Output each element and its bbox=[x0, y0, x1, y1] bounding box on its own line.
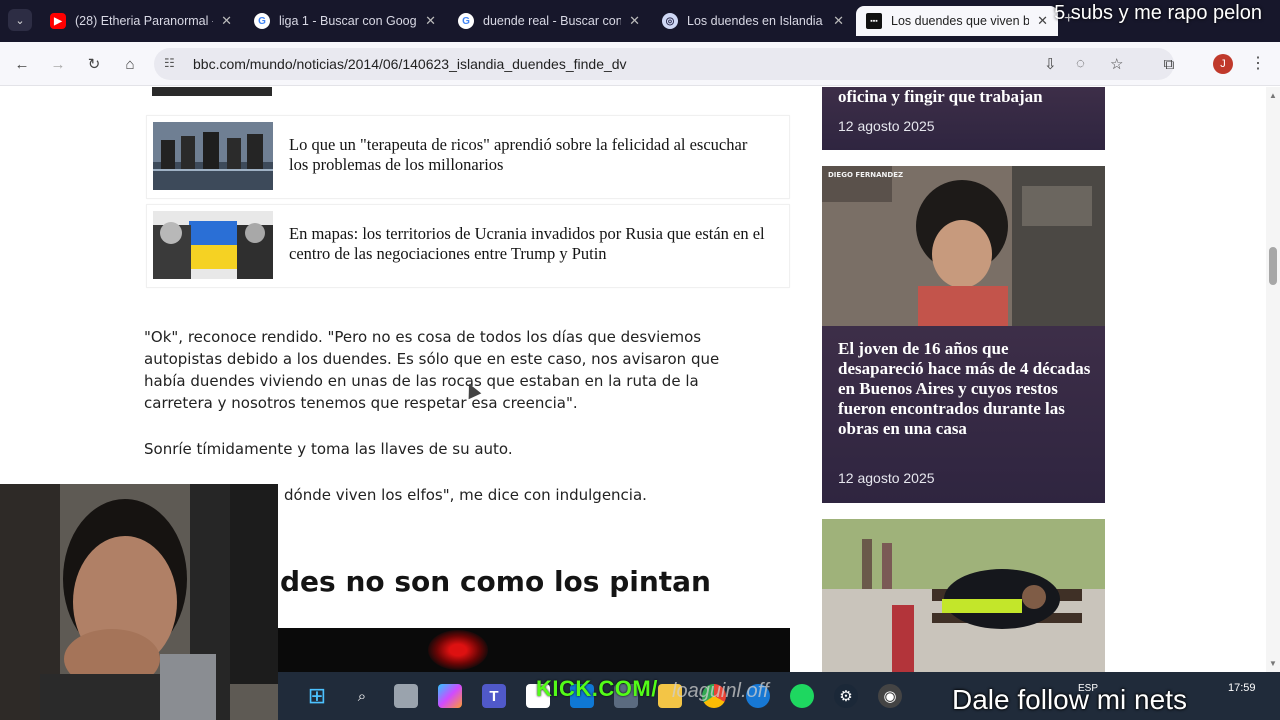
forward-arrow-icon[interactable]: → bbox=[48, 54, 68, 74]
google-icon: G bbox=[254, 13, 270, 29]
browser-toolbar: ← → ↻ ⌂ ☷ bbc.com/mundo/noticias/2014/06… bbox=[0, 42, 1280, 86]
related-article-card[interactable]: Lo que un "terapeuta de ricos" aprendió … bbox=[146, 115, 790, 199]
youtube-icon: ▶ bbox=[50, 13, 66, 29]
section-heading: des no son como los pintan bbox=[280, 565, 711, 598]
tab-search-button[interactable]: ⌄ bbox=[8, 9, 32, 31]
spotify-icon[interactable] bbox=[790, 684, 814, 708]
article-paragraph: dónde viven los elfos", me dice con indu… bbox=[284, 486, 647, 504]
close-icon[interactable]: ✕ bbox=[1037, 13, 1048, 29]
sidebar-card-title[interactable]: oficina y fingir que trabajan bbox=[838, 87, 1093, 107]
sidebar-card-body: El joven de 16 años que desapareció hace… bbox=[822, 326, 1105, 503]
web-icon: ◎ bbox=[662, 13, 678, 29]
eye-off-icon[interactable]: ◌ bbox=[1076, 55, 1085, 72]
avatar[interactable]: J bbox=[1213, 54, 1233, 74]
tab-title: duende real - Buscar con bbox=[483, 14, 622, 28]
obs-icon[interactable]: ◉ bbox=[878, 684, 902, 708]
video-player[interactable] bbox=[278, 628, 790, 672]
kick-overlay-text: KICK.COM/ bbox=[536, 676, 658, 701]
related-article-card[interactable]: En mapas: los territorios de Ucrania inv… bbox=[146, 204, 790, 288]
scroll-down-icon[interactable]: ▼ bbox=[1269, 659, 1277, 668]
related-title[interactable]: En mapas: los territorios de Ucrania inv… bbox=[289, 224, 769, 264]
sidebar-card[interactable]: oficina y fingir que trabajan 12 agosto … bbox=[822, 87, 1105, 150]
tab-title: (28) Etheria Paranormal - bbox=[75, 14, 214, 28]
tab-1[interactable]: ▶ (28) Etheria Paranormal - ✕ bbox=[40, 6, 242, 36]
scroll-thumb[interactable] bbox=[1269, 247, 1277, 285]
tab-4[interactable]: ◎ Los duendes en Islandia ✕ bbox=[652, 6, 854, 36]
webcam-overlay bbox=[0, 484, 278, 720]
tab-2[interactable]: G liga 1 - Buscar con Googl ✕ bbox=[244, 6, 446, 36]
url-text[interactable]: bbc.com/mundo/noticias/2014/06/140623_is… bbox=[193, 56, 627, 72]
sidebar-card[interactable]: DIEGO FERNANDEZ El joven de 16 años que … bbox=[822, 166, 1105, 503]
video-frame-glow bbox=[428, 630, 488, 670]
bookmark-star-icon[interactable]: ☆ bbox=[1110, 55, 1123, 73]
kick-user-text: loaguinl.off bbox=[672, 680, 769, 702]
back-arrow-icon[interactable]: ← bbox=[12, 54, 32, 74]
sidebar-card-body: oficina y fingir que trabajan 12 agosto … bbox=[822, 87, 1105, 150]
site-info-icon[interactable]: ☷ bbox=[164, 56, 175, 70]
install-app-icon[interactable]: ⇩ bbox=[1044, 55, 1057, 73]
close-icon[interactable]: ✕ bbox=[833, 13, 844, 29]
tab-strip: ⌄ ▶ (28) Etheria Paranormal - ✕ G liga 1… bbox=[0, 0, 1280, 42]
stream-overlay-text: 5 subs y me rapo pelon bbox=[1054, 2, 1262, 24]
close-icon[interactable]: ✕ bbox=[629, 13, 640, 29]
system-clock[interactable]: 17:59 bbox=[1228, 682, 1256, 694]
extensions-icon[interactable]: ⧉ bbox=[1159, 54, 1179, 74]
sidebar-card-image[interactable] bbox=[822, 519, 1105, 672]
menu-kebab-icon[interactable]: ⋮ bbox=[1250, 53, 1266, 73]
steam-icon[interactable]: ⚙ bbox=[834, 684, 858, 708]
article-paragraph: Sonríe tímidamente y toma las llaves de … bbox=[144, 440, 513, 458]
teams-icon[interactable]: T bbox=[482, 684, 506, 708]
close-icon[interactable]: ✕ bbox=[425, 13, 436, 29]
related-thumbnail bbox=[153, 122, 273, 190]
tab-title: liga 1 - Buscar con Googl bbox=[279, 14, 418, 28]
reload-icon[interactable]: ↻ bbox=[84, 54, 104, 74]
tab-3[interactable]: G duende real - Buscar con ✕ bbox=[448, 6, 650, 36]
sidebar-card-title[interactable]: El joven de 16 años que desapareció hace… bbox=[838, 339, 1093, 439]
copilot-icon[interactable] bbox=[438, 684, 462, 708]
page-scrollbar[interactable]: ▲ ▼ bbox=[1266, 87, 1280, 672]
tab-5-active[interactable]: ▪▪▪ Los duendes que viven b ✕ bbox=[856, 6, 1058, 36]
close-icon[interactable]: ✕ bbox=[221, 13, 232, 29]
scroll-up-icon[interactable]: ▲ bbox=[1269, 91, 1277, 100]
sidebar-card-date: 12 agosto 2025 bbox=[838, 470, 935, 486]
google-icon: G bbox=[458, 13, 474, 29]
home-icon[interactable]: ⌂ bbox=[120, 54, 140, 74]
article-paragraph: "Ok", reconoce rendido. "Pero no es cosa… bbox=[144, 328, 720, 412]
task-view-icon[interactable] bbox=[394, 684, 418, 708]
bbc-icon: ▪▪▪ bbox=[866, 13, 882, 29]
related-thumbnail-partial bbox=[152, 87, 272, 96]
tab-title: Los duendes que viven b bbox=[891, 14, 1030, 28]
related-thumbnail bbox=[153, 211, 273, 279]
search-icon[interactable]: ⌕ bbox=[350, 684, 374, 708]
related-title[interactable]: Lo que un "terapeuta de ricos" aprendió … bbox=[289, 135, 769, 175]
sidebar-card-date: 12 agosto 2025 bbox=[838, 118, 935, 134]
image-caption: DIEGO FERNANDEZ bbox=[828, 171, 903, 179]
stream-overlay-bottom: Dale follow mi nets bbox=[952, 684, 1187, 715]
tab-title: Los duendes en Islandia bbox=[687, 14, 823, 28]
sidebar-card-image: DIEGO FERNANDEZ bbox=[822, 166, 1105, 326]
windows-start-icon[interactable]: ⊞ bbox=[305, 683, 329, 708]
address-bar[interactable]: ☷ bbc.com/mundo/noticias/2014/06/140623_… bbox=[154, 48, 1174, 80]
